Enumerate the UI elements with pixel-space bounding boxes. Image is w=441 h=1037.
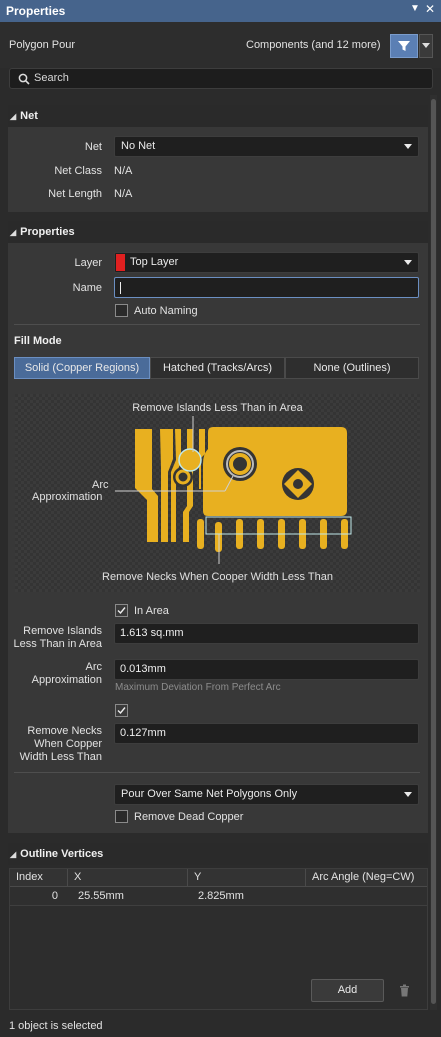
layer-value: Top Layer [130,256,179,268]
chevron-down-icon [404,792,412,797]
auto-naming-checkbox[interactable] [115,304,128,317]
collapse-arrow-icon: ◢ [10,111,17,121]
arc-approx-hint: Maximum Deviation From Perfect Arc [115,682,281,693]
net-value: No Net [121,140,156,152]
layer-dropdown[interactable]: Top Layer [114,252,419,273]
filter-button[interactable] [390,34,418,58]
section-header-net[interactable]: ◢ Net [8,105,428,127]
copper-region-left [135,429,158,542]
table-row[interactable]: 0 25.55mm 2.825mm [10,887,427,906]
chevron-down-icon [404,144,412,149]
collapse-arrow-icon: ◢ [10,849,17,859]
table-header-row: Index X Y Arc Angle (Neg=CW) [10,869,427,887]
close-icon[interactable]: ✕ [425,2,435,16]
diagram-label-necks: Remove Necks When Cooper Width Less Than [102,571,333,583]
fill-mode-none-button[interactable]: None (Outlines) [285,357,419,379]
remove-islands-label-2: Less Than in Area [13,638,102,650]
remove-dead-copper-checkbox[interactable] [115,810,128,823]
checkmark-icon [117,607,126,615]
row-x: 25.55mm [78,890,124,902]
section-header-properties[interactable]: ◢ Properties [8,221,428,243]
fill-mode-diagram: Remove Islands Less Than in Area Arc App… [15,394,420,592]
filter-summary[interactable]: Components (and 12 more) [246,39,381,51]
auto-naming-label: Auto Naming [134,305,198,317]
arc-approx-field[interactable]: 0.013mm [114,659,419,680]
in-area-label: In Area [134,605,169,617]
status-bar: 1 object is selected [0,1016,441,1037]
pad [197,519,204,549]
row-index: 0 [51,890,58,902]
pin-icon[interactable]: ▼ [410,3,420,14]
net-label: Net [84,141,102,153]
section-title-properties: Properties [20,226,75,238]
search-placeholder: Search [34,72,69,84]
filter-icon [398,41,410,51]
remove-necks-checkbox[interactable] [115,704,128,717]
section-header-outline-vertices[interactable]: ◢ Outline Vertices [8,843,428,865]
status-text: 1 object is selected [9,1020,103,1032]
remove-necks-label-1: Remove Necks [27,725,102,737]
net-class-value: N/A [114,165,133,177]
diagram-label-islands: Remove Islands Less Than in Area [132,402,303,414]
remove-necks-field[interactable]: 0.127mm [114,723,419,744]
checkmark-icon [117,707,126,715]
column-header-y[interactable]: Y [194,871,201,883]
divider [14,324,420,325]
row-y: 2.825mm [198,890,244,902]
diagram-label-arc-1: Arc [92,479,109,491]
fill-mode-title: Fill Mode [14,335,62,347]
fill-mode-hatched-button[interactable]: Hatched (Tracks/Arcs) [150,357,285,379]
fill-mode-solid-button[interactable]: Solid (Copper Regions) [14,357,150,379]
copper-region-main [203,427,347,516]
name-field[interactable] [114,277,419,298]
pour-over-value: Pour Over Same Net Polygons Only [121,788,298,800]
arc-approx-label-1: Arc [85,661,103,673]
panel-scrollbar[interactable] [430,95,437,1010]
section-title-net: Net [20,110,38,122]
add-vertex-button[interactable]: Add [311,979,384,1002]
scrollbar-thumb[interactable] [431,99,436,1004]
panel-title: Properties [6,4,66,18]
remove-necks-label-2: When Copper [34,738,102,750]
divider [14,772,420,773]
panel-titlebar: Properties ▼ ✕ [0,0,441,22]
net-dropdown[interactable]: No Net [114,136,419,157]
collapse-arrow-icon: ◢ [10,227,17,237]
remove-islands-field[interactable]: 1.613 sq.mm [114,623,419,644]
name-label: Name [72,282,102,294]
search-input[interactable]: Search [9,68,433,89]
chevron-down-icon [422,43,430,48]
island-highlight [178,448,202,472]
search-icon [18,73,30,85]
text-cursor [120,282,121,294]
layer-color-swatch [116,254,125,271]
arc-approx-label-2: Approximation [31,674,102,686]
diagram-label-arc-2: Approximation [32,491,103,503]
column-header-index[interactable]: Index [16,871,43,883]
arc-via-clearance [223,447,257,481]
remove-islands-label-1: Remove Islands [23,625,102,637]
filter-dropdown-button[interactable] [419,34,433,58]
column-header-x[interactable]: X [74,871,81,883]
trash-icon[interactable] [399,984,410,997]
remove-necks-label-3: Width Less Than [19,751,102,763]
column-header-arc[interactable]: Arc Angle (Neg=CW) [312,871,414,883]
in-area-checkbox[interactable] [115,604,128,617]
net-class-label: Net Class [54,165,102,177]
section-title-outline-vertices: Outline Vertices [20,848,104,860]
pour-over-dropdown[interactable]: Pour Over Same Net Polygons Only [114,784,419,805]
object-type-label: Polygon Pour [9,39,76,51]
layer-label: Layer [74,257,102,269]
chevron-down-icon [404,260,412,265]
thermal-hole [293,479,303,489]
net-length-value: N/A [114,188,133,200]
remove-dead-copper-label: Remove Dead Copper [134,811,244,823]
net-length-label: Net Length [48,188,102,200]
